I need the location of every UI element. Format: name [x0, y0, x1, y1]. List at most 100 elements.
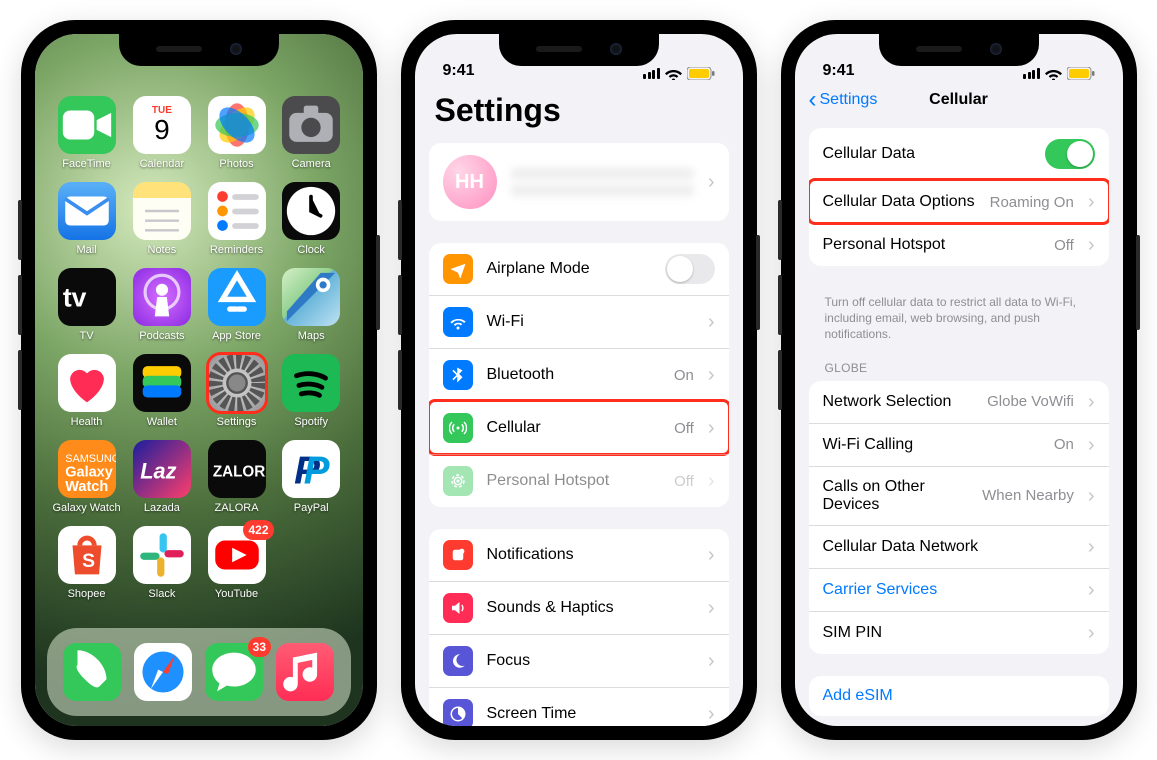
chevron-right-icon: › — [708, 545, 715, 565]
row-label: Cellular Data Network — [823, 538, 1074, 556]
galaxywatch-icon: SAMSUNGGalaxyWatch — [58, 440, 116, 498]
row-focus[interactable]: Focus› — [429, 634, 729, 687]
app-label: ZALORA — [215, 502, 259, 514]
row-bluetooth[interactable]: BluetoothOn› — [429, 348, 729, 401]
wifi-icon — [443, 307, 473, 337]
row-sounds[interactable]: Sounds & Haptics› — [429, 581, 729, 634]
app-maps[interactable]: Maps — [278, 268, 345, 342]
camera-icon — [282, 96, 340, 154]
toggle[interactable] — [665, 254, 715, 284]
phone-icon — [63, 643, 121, 701]
photos-icon — [208, 96, 266, 154]
app-settings[interactable]: Settings — [203, 354, 270, 428]
app-messages[interactable]: 33 — [205, 643, 263, 701]
chevron-right-icon: › — [708, 651, 715, 671]
app-podcasts[interactable]: Podcasts — [129, 268, 196, 342]
wifi-icon — [1045, 67, 1062, 80]
row-hotspot[interactable]: Personal HotspotOff› — [429, 454, 729, 507]
app-phone[interactable] — [63, 643, 121, 701]
row-label: Notifications — [487, 546, 694, 564]
svg-text:Watch: Watch — [65, 479, 108, 495]
row-value: On — [1054, 436, 1074, 453]
airplane-icon — [443, 254, 473, 284]
app-mail[interactable]: Mail — [53, 182, 121, 256]
app-zalora[interactable]: ZALORAZALORA — [203, 440, 270, 514]
row-carrier[interactable]: Carrier Services› — [809, 568, 1109, 611]
slack-icon — [133, 526, 191, 584]
row-screentime[interactable]: Screen Time› — [429, 687, 729, 726]
section-header-globe: GLOBE — [795, 361, 1123, 381]
status-time: 9:41 — [443, 62, 475, 80]
row-airplane[interactable]: Airplane Mode — [429, 243, 729, 295]
app-music[interactable] — [276, 643, 334, 701]
app-label: PayPal — [294, 502, 329, 514]
battery-icon — [1067, 67, 1095, 80]
row-addesim[interactable]: Add eSIM — [809, 676, 1109, 716]
row-cellulardata[interactable]: Cellular Data — [809, 128, 1109, 180]
app-notes[interactable]: Notes — [129, 182, 196, 256]
settings-group: Airplane Mode Wi-Fi›BluetoothOn›CellularO… — [429, 243, 729, 507]
row-netsel[interactable]: Network SelectionGlobe VoWifi› — [809, 381, 1109, 423]
dock: 33 — [47, 628, 351, 716]
mail-icon — [58, 182, 116, 240]
cellular-icon — [443, 413, 473, 443]
app-calendar[interactable]: TUE9Calendar — [129, 96, 196, 170]
spotify-icon — [282, 354, 340, 412]
app-lazada[interactable]: LazLazada — [129, 440, 196, 514]
row-value: Off — [674, 420, 694, 437]
chevron-right-icon: › — [1088, 486, 1095, 506]
messages-icon: 33 — [205, 643, 263, 701]
account-row[interactable]: HH › — [429, 143, 729, 221]
row-label: SIM PIN — [823, 624, 1074, 642]
app-reminders[interactable]: Reminders — [203, 182, 270, 256]
app-label: Slack — [148, 588, 175, 600]
app-clock[interactable]: Clock — [278, 182, 345, 256]
sounds-icon — [443, 593, 473, 623]
app-label: Reminders — [210, 244, 263, 256]
row-wifi[interactable]: Wi-Fi› — [429, 295, 729, 348]
row-cellular[interactable]: CellularOff› — [429, 401, 729, 454]
app-galaxywatch[interactable]: SAMSUNGGalaxyWatchGalaxy Watch — [53, 440, 121, 514]
app-label: Notes — [148, 244, 177, 256]
row-label: Personal Hotspot — [823, 236, 1041, 254]
app-shopee[interactable]: SShopee — [53, 526, 121, 600]
row-cdatanet[interactable]: Cellular Data Network› — [809, 525, 1109, 568]
chevron-right-icon: › — [708, 172, 715, 192]
row-simpin[interactable]: SIM PIN› — [809, 611, 1109, 654]
app-label: Photos — [219, 158, 253, 170]
app-tv[interactable]: tvTV — [53, 268, 121, 342]
badge: 33 — [248, 637, 271, 657]
row-label: Wi-Fi Calling — [823, 436, 1040, 454]
row-notifications[interactable]: Notifications › — [429, 529, 729, 581]
app-appstore[interactable]: App Store — [203, 268, 270, 342]
app-wallet[interactable]: Wallet — [129, 354, 196, 428]
row-phot[interactable]: Personal HotspotOff› — [809, 223, 1109, 266]
app-safari[interactable] — [134, 643, 192, 701]
app-camera[interactable]: Camera — [278, 96, 345, 170]
app-label: FaceTime — [62, 158, 111, 170]
app-photos[interactable]: Photos — [203, 96, 270, 170]
row-wificall[interactable]: Wi-Fi CallingOn› — [809, 423, 1109, 466]
row-cdataoptions[interactable]: Cellular Data OptionsRoaming On› — [809, 180, 1109, 223]
avatar: HH — [443, 155, 497, 209]
row-callsother[interactable]: Calls on Other DevicesWhen Nearby› — [809, 466, 1109, 525]
svg-text:S: S — [82, 551, 95, 572]
chevron-right-icon: › — [1088, 192, 1095, 212]
row-label: Airplane Mode — [487, 260, 651, 278]
wallet-icon — [133, 354, 191, 412]
facetime-icon — [58, 96, 116, 154]
app-paypal[interactable]: PPPayPal — [278, 440, 345, 514]
clock-icon — [282, 182, 340, 240]
row-label: Add eSIM — [823, 687, 1095, 705]
app-slack[interactable]: Slack — [129, 526, 196, 600]
account-name-redacted — [511, 168, 694, 196]
home-grid: FaceTime TUE9Calendar Photos Camera Mail Note… — [35, 82, 363, 600]
app-health[interactable]: Health — [53, 354, 121, 428]
app-facetime[interactable]: FaceTime — [53, 96, 121, 170]
app-youtube[interactable]: 422YouTube — [203, 526, 270, 600]
chevron-right-icon: › — [1088, 580, 1095, 600]
app-spotify[interactable]: Spotify — [278, 354, 345, 428]
row-label: Cellular Data — [823, 145, 1031, 163]
app-label: Podcasts — [139, 330, 184, 342]
toggle[interactable] — [1045, 139, 1095, 169]
